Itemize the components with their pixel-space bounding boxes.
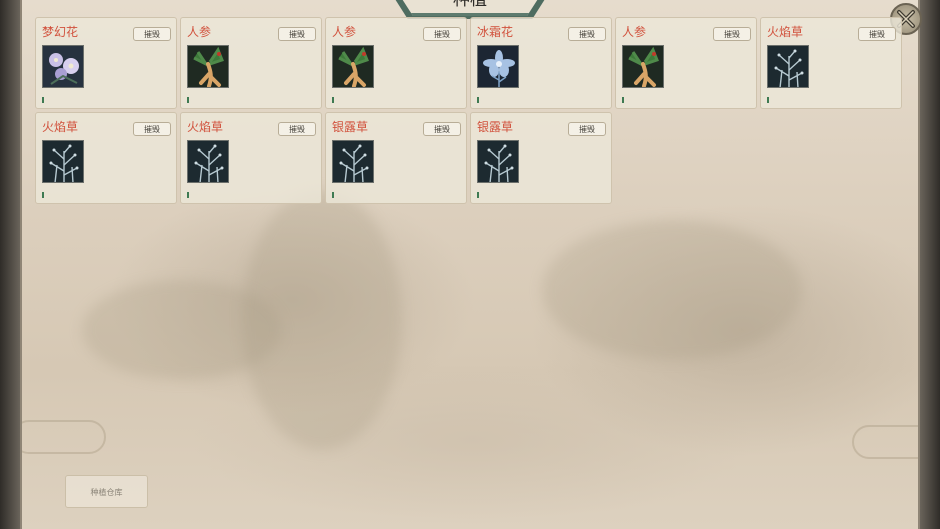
plot-card[interactable]: 梦幻花 摧毁 xyxy=(35,17,177,109)
grass-image xyxy=(42,140,84,183)
dream-flower-image xyxy=(42,45,84,88)
destroy-button[interactable]: 摧毁 xyxy=(133,122,171,136)
plant-name: 银露草 xyxy=(332,120,369,134)
plant-name: 冰霜花 xyxy=(477,25,514,39)
plant-name: 银露草 xyxy=(477,120,514,134)
growth-progress-bar xyxy=(622,97,722,103)
growth-progress-bar xyxy=(42,97,142,103)
plant-name: 梦幻花 xyxy=(42,25,79,39)
plant-name: 人参 xyxy=(332,25,357,39)
left-backdrop xyxy=(0,0,20,529)
growth-progress-fill xyxy=(187,192,189,198)
growth-progress-bar xyxy=(767,97,867,103)
growth-progress-bar xyxy=(187,192,287,198)
frost-flower-image xyxy=(477,45,519,88)
growth-progress-bar xyxy=(332,97,432,103)
grass-image xyxy=(477,140,519,183)
growth-progress-fill xyxy=(332,192,334,198)
destroy-button[interactable]: 摧毁 xyxy=(278,122,316,136)
growth-progress-fill xyxy=(477,97,479,103)
plot-card[interactable]: 人参 摧毁 xyxy=(615,17,757,109)
growth-progress-fill xyxy=(622,97,624,103)
ginseng-image xyxy=(332,45,374,88)
plot-card[interactable]: 银露草 摧毁 xyxy=(325,112,467,204)
plot-card[interactable]: 人参 摧毁 xyxy=(180,17,322,109)
growth-progress-bar xyxy=(332,192,432,198)
mountain-mist xyxy=(542,220,802,360)
plant-name: 火焰草 xyxy=(42,120,79,134)
destroy-button[interactable]: 摧毁 xyxy=(568,122,606,136)
cloud-ornament-left xyxy=(22,420,106,454)
growth-progress-fill xyxy=(187,97,189,103)
growth-progress-bar xyxy=(477,192,577,198)
growth-progress-fill xyxy=(332,97,334,103)
plot-card[interactable]: 冰霜花 摧毁 xyxy=(470,17,612,109)
growth-progress-bar xyxy=(477,97,577,103)
destroy-button[interactable]: 摧毁 xyxy=(423,122,461,136)
ginseng-image xyxy=(622,45,664,88)
plot-card[interactable]: 银露草 摧毁 xyxy=(470,112,612,204)
cloud-ornament-right xyxy=(852,425,918,459)
growth-progress-fill xyxy=(42,97,44,103)
hill-mist xyxy=(82,280,282,380)
destroy-button[interactable]: 摧毁 xyxy=(278,27,316,41)
plant-name: 火焰草 xyxy=(187,120,224,134)
plant-name: 人参 xyxy=(622,25,647,39)
window-title: 种植 xyxy=(453,0,487,10)
destroy-button[interactable]: 摧毁 xyxy=(568,27,606,41)
plant-name: 人参 xyxy=(187,25,212,39)
growth-progress-fill xyxy=(767,97,769,103)
growth-progress-fill xyxy=(477,192,479,198)
growth-progress-fill xyxy=(42,192,44,198)
right-backdrop xyxy=(920,0,940,529)
growth-progress-bar xyxy=(42,192,142,198)
plot-card[interactable]: 火焰草 摧毁 xyxy=(35,112,177,204)
plant-name: 火焰草 xyxy=(767,25,804,39)
plot-card[interactable]: 火焰草 摧毁 xyxy=(760,17,902,109)
destroy-button[interactable]: 摧毁 xyxy=(858,27,896,41)
destroy-button[interactable]: 摧毁 xyxy=(133,27,171,41)
plot-card[interactable]: 人参 摧毁 xyxy=(325,17,467,109)
destroy-button[interactable]: 摧毁 xyxy=(423,27,461,41)
grass-image xyxy=(187,140,229,183)
destroy-button[interactable]: 摧毁 xyxy=(713,27,751,41)
plot-card[interactable]: 火焰草 摧毁 xyxy=(180,112,322,204)
ginseng-image xyxy=(187,45,229,88)
seed-warehouse-button[interactable]: 种植仓库 xyxy=(65,475,148,508)
growth-progress-bar xyxy=(187,97,287,103)
grass-image xyxy=(332,140,374,183)
grass-image xyxy=(767,45,809,88)
plot-grid: 梦幻花 摧毁 人参 摧毁 人参 摧毁 冰霜花 摧毁 人参 摧毁 火焰草 摧毁 火焰草 摧毁 火焰草 摧毁 银露草… xyxy=(35,17,905,204)
